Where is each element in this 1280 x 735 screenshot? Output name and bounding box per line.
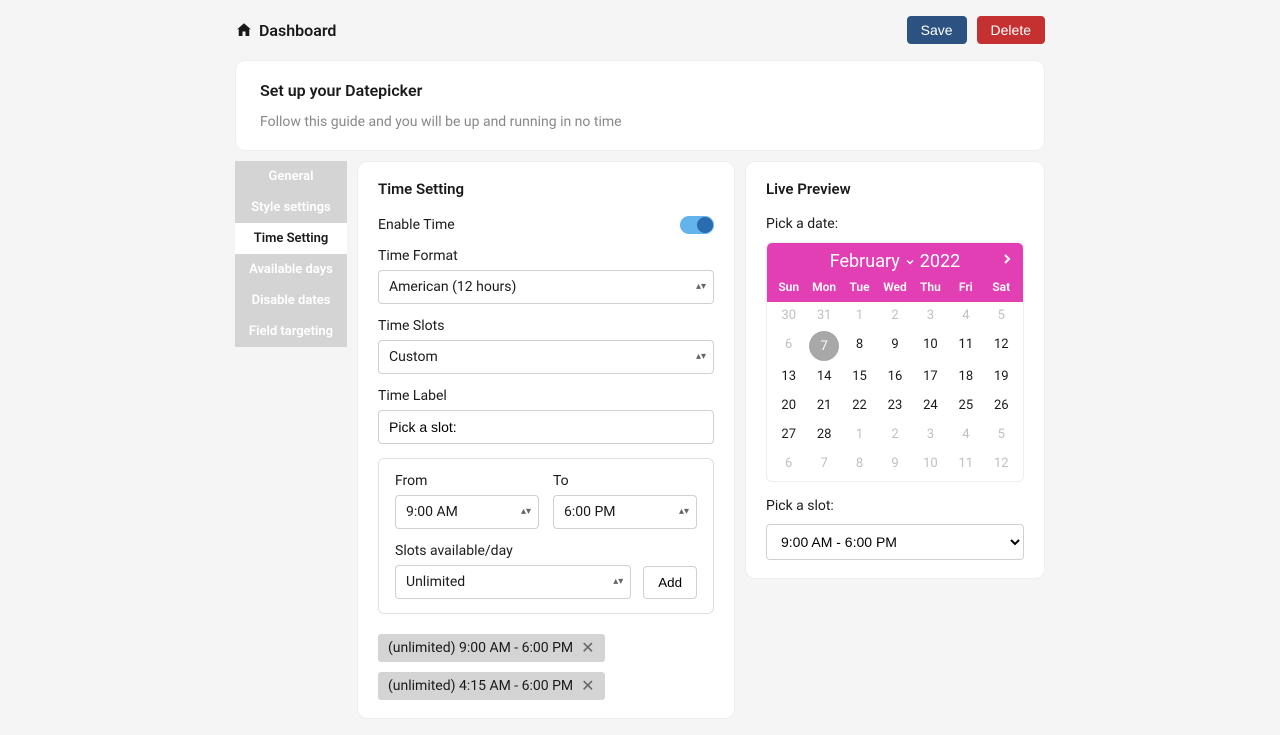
calendar-day: 11	[959, 456, 974, 471]
calendar-day: 2	[891, 427, 898, 442]
pick-slot-label: Pick a slot:	[766, 498, 1024, 514]
calendar-day[interactable]: 25	[959, 398, 974, 413]
sidebar: GeneralStyle settingsTime SettingAvailab…	[235, 161, 347, 347]
calendar-day: 7	[820, 456, 827, 471]
calendar-day: 6	[785, 456, 792, 471]
slots-avail-label: Slots available/day	[395, 543, 631, 559]
calendar-day[interactable]: 12	[994, 337, 1009, 352]
add-button[interactable]: Add	[643, 566, 697, 599]
calendar-day[interactable]: 21	[817, 398, 832, 413]
calendar-day[interactable]: 28	[817, 427, 832, 442]
brand-title: Dashboard	[259, 21, 336, 40]
weekday-header: Thu	[913, 280, 948, 294]
pick-date-label: Pick a date:	[766, 216, 1024, 232]
settings-title: Time Setting	[378, 180, 714, 198]
calendar-day[interactable]: 13	[781, 369, 796, 384]
brand[interactable]: Dashboard	[235, 21, 336, 40]
preview-title: Live Preview	[766, 180, 1024, 198]
sidebar-item-time-setting[interactable]: Time Setting	[235, 223, 347, 254]
calendar-day: 4	[962, 427, 969, 442]
to-select[interactable]: 6:00 PM	[553, 495, 697, 529]
calendar-day[interactable]: 10	[923, 337, 938, 352]
slots-avail-select[interactable]: Unlimited	[395, 565, 631, 599]
weekday-header: Sat	[984, 280, 1019, 294]
enable-time-label: Enable Time	[378, 217, 455, 233]
slot-chip-text: (unlimited) 4:15 AM - 6:00 PM	[388, 678, 573, 694]
calendar-day: 6	[785, 337, 792, 352]
weekday-header: Mon	[806, 280, 841, 294]
calendar-day[interactable]: 15	[852, 369, 867, 384]
time-slots-label: Time Slots	[378, 318, 714, 334]
calendar-year[interactable]: 2022	[920, 251, 960, 272]
weekday-header: Fri	[948, 280, 983, 294]
calendar-day: 5	[998, 308, 1005, 323]
calendar-day: 1	[856, 427, 863, 442]
calendar-day: 3	[927, 308, 934, 323]
calendar-day: 3	[927, 427, 934, 442]
sidebar-item-field-targeting[interactable]: Field targeting	[235, 316, 347, 347]
slot-chip: (unlimited) 9:00 AM - 6:00 PM ✕	[378, 634, 605, 662]
calendar-day[interactable]: 11	[959, 337, 974, 352]
sidebar-item-style-settings[interactable]: Style settings	[235, 192, 347, 223]
to-label: To	[553, 473, 697, 489]
calendar-day[interactable]: 20	[781, 398, 796, 413]
slot-chip: (unlimited) 4:15 AM - 6:00 PM ✕	[378, 672, 605, 700]
time-label-input[interactable]	[378, 410, 714, 444]
weekday-header: Wed	[877, 280, 912, 294]
calendar-day[interactable]: 17	[923, 369, 938, 384]
calendar-day[interactable]: 19	[994, 369, 1009, 384]
calendar-day[interactable]: 14	[817, 369, 832, 384]
intro-card: Set up your Datepicker Follow this guide…	[235, 60, 1045, 151]
home-icon	[235, 21, 253, 39]
calendar-day[interactable]: 24	[923, 398, 938, 413]
chevron-right-icon[interactable]	[999, 251, 1015, 267]
sidebar-item-general[interactable]: General	[235, 161, 347, 192]
weekday-header: Tue	[842, 280, 877, 294]
chevron-down-icon	[904, 256, 916, 268]
calendar-day: 8	[856, 456, 863, 471]
calendar-day: 31	[817, 308, 832, 323]
intro-title: Set up your Datepicker	[260, 81, 1020, 100]
calendar-day[interactable]: 18	[959, 369, 974, 384]
calendar-day[interactable]: 23	[888, 398, 903, 413]
time-label-label: Time Label	[378, 388, 714, 404]
intro-subtitle: Follow this guide and you will be up and…	[260, 114, 1020, 130]
slot-chip-text: (unlimited) 9:00 AM - 6:00 PM	[388, 640, 573, 656]
enable-time-toggle[interactable]	[680, 216, 714, 234]
calendar-day: 9	[891, 456, 898, 471]
calendar-month-select[interactable]: February	[830, 251, 916, 272]
delete-button[interactable]: Delete	[977, 16, 1045, 44]
calendar-day: 30	[781, 308, 796, 323]
close-icon[interactable]: ✕	[581, 640, 594, 656]
calendar-day[interactable]: 7	[809, 331, 839, 361]
calendar-day[interactable]: 22	[852, 398, 867, 413]
calendar: February 2022 SunMonTueWedThuFriSat 3031…	[766, 242, 1024, 482]
time-slots-select[interactable]: Custom	[378, 340, 714, 374]
time-format-select[interactable]: American (12 hours)	[378, 270, 714, 304]
calendar-day[interactable]: 26	[994, 398, 1009, 413]
settings-panel: Time Setting Enable Time Time Format Ame…	[357, 161, 735, 719]
time-format-label: Time Format	[378, 248, 714, 264]
weekday-header: Sun	[771, 280, 806, 294]
from-select[interactable]: 9:00 AM	[395, 495, 539, 529]
calendar-day[interactable]: 9	[891, 337, 898, 352]
preview-panel: Live Preview Pick a date: February 2022 …	[745, 161, 1045, 579]
close-icon[interactable]: ✕	[581, 678, 594, 694]
calendar-day[interactable]: 16	[888, 369, 903, 384]
calendar-month: February	[830, 251, 900, 272]
from-label: From	[395, 473, 539, 489]
calendar-day: 1	[856, 308, 863, 323]
calendar-day: 10	[923, 456, 938, 471]
calendar-day: 2	[891, 308, 898, 323]
sidebar-item-disable-dates[interactable]: Disable dates	[235, 285, 347, 316]
calendar-day: 4	[962, 308, 969, 323]
calendar-day[interactable]: 27	[781, 427, 796, 442]
save-button[interactable]: Save	[907, 16, 967, 44]
sidebar-item-available-days[interactable]: Available days	[235, 254, 347, 285]
calendar-day[interactable]: 8	[856, 337, 863, 352]
slot-select[interactable]: 9:00 AM - 6:00 PM	[766, 524, 1024, 560]
calendar-day: 5	[998, 427, 1005, 442]
calendar-day: 12	[994, 456, 1009, 471]
